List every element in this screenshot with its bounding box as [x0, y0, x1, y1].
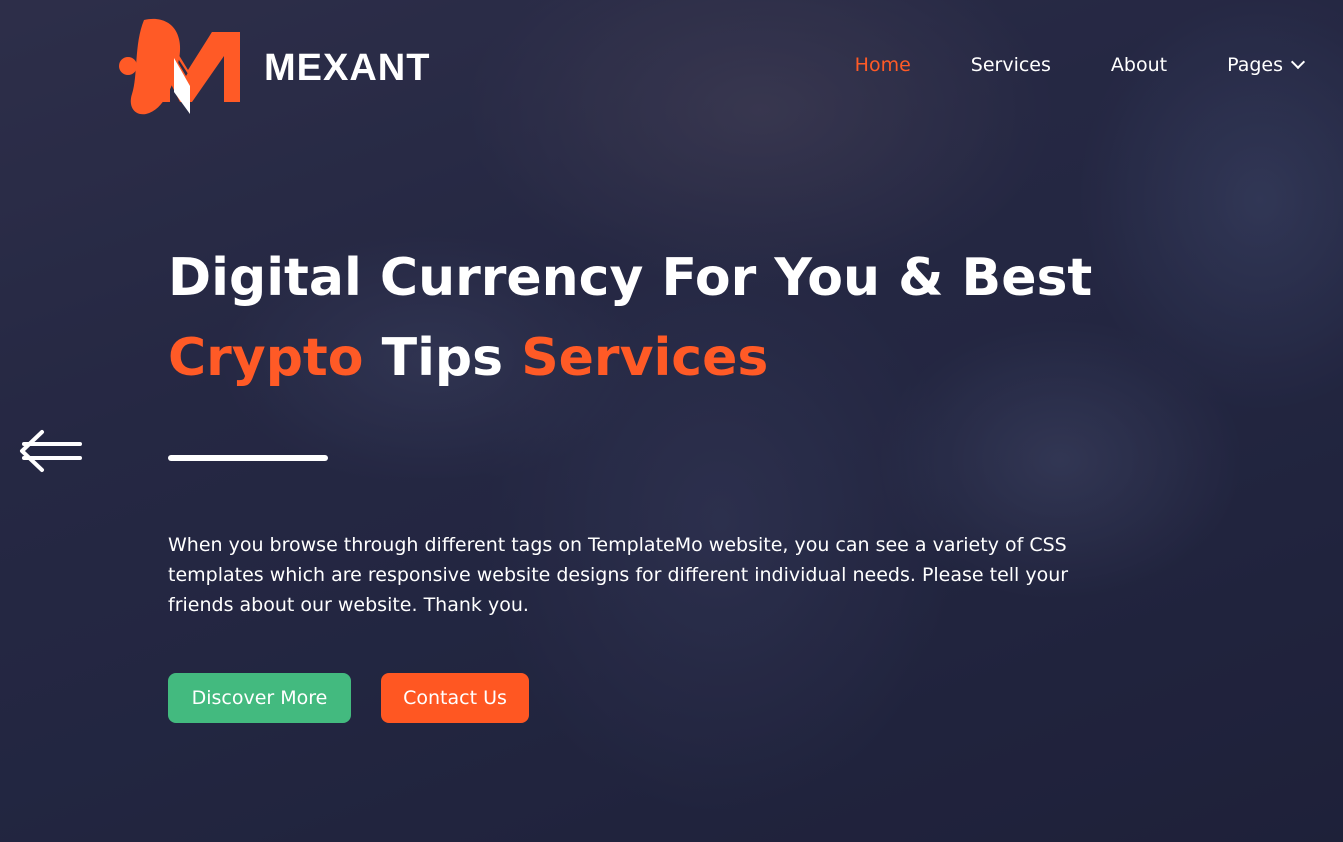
- main-nav: Home Services About Pages: [795, 54, 1306, 76]
- site-header: MEXANT Home Services About Pages: [0, 0, 1343, 140]
- nav-item-home[interactable]: Home: [855, 54, 911, 76]
- arrow-left-icon[interactable]: [18, 428, 84, 474]
- nav-item-pages[interactable]: Pages: [1227, 54, 1306, 76]
- hero-description: When you browse through different tags o…: [168, 534, 1069, 616]
- discover-more-button[interactable]: Discover More: [168, 673, 351, 723]
- headline-accent-crypto: Crypto: [168, 328, 364, 388]
- mexant-logo-mark-icon: [119, 18, 240, 115]
- logo-link[interactable]: MEXANT: [116, 14, 430, 118]
- headline-accent-services: Services: [521, 328, 769, 388]
- headline-divider: [168, 455, 328, 461]
- headline-line-1: Digital Currency For You & Best: [168, 248, 1093, 308]
- brand-name: MEXANT: [264, 46, 431, 89]
- nav-item-about[interactable]: About: [1111, 54, 1167, 76]
- hero-headline: Digital Currency For You & Best Crypto T…: [168, 238, 1092, 398]
- chevron-down-icon: [1290, 54, 1306, 70]
- nav-item-pages-label: Pages: [1227, 54, 1283, 76]
- headline-plain-tips: Tips: [363, 328, 522, 388]
- nav-item-services[interactable]: Services: [971, 54, 1051, 76]
- contact-us-button[interactable]: Contact Us: [381, 673, 529, 723]
